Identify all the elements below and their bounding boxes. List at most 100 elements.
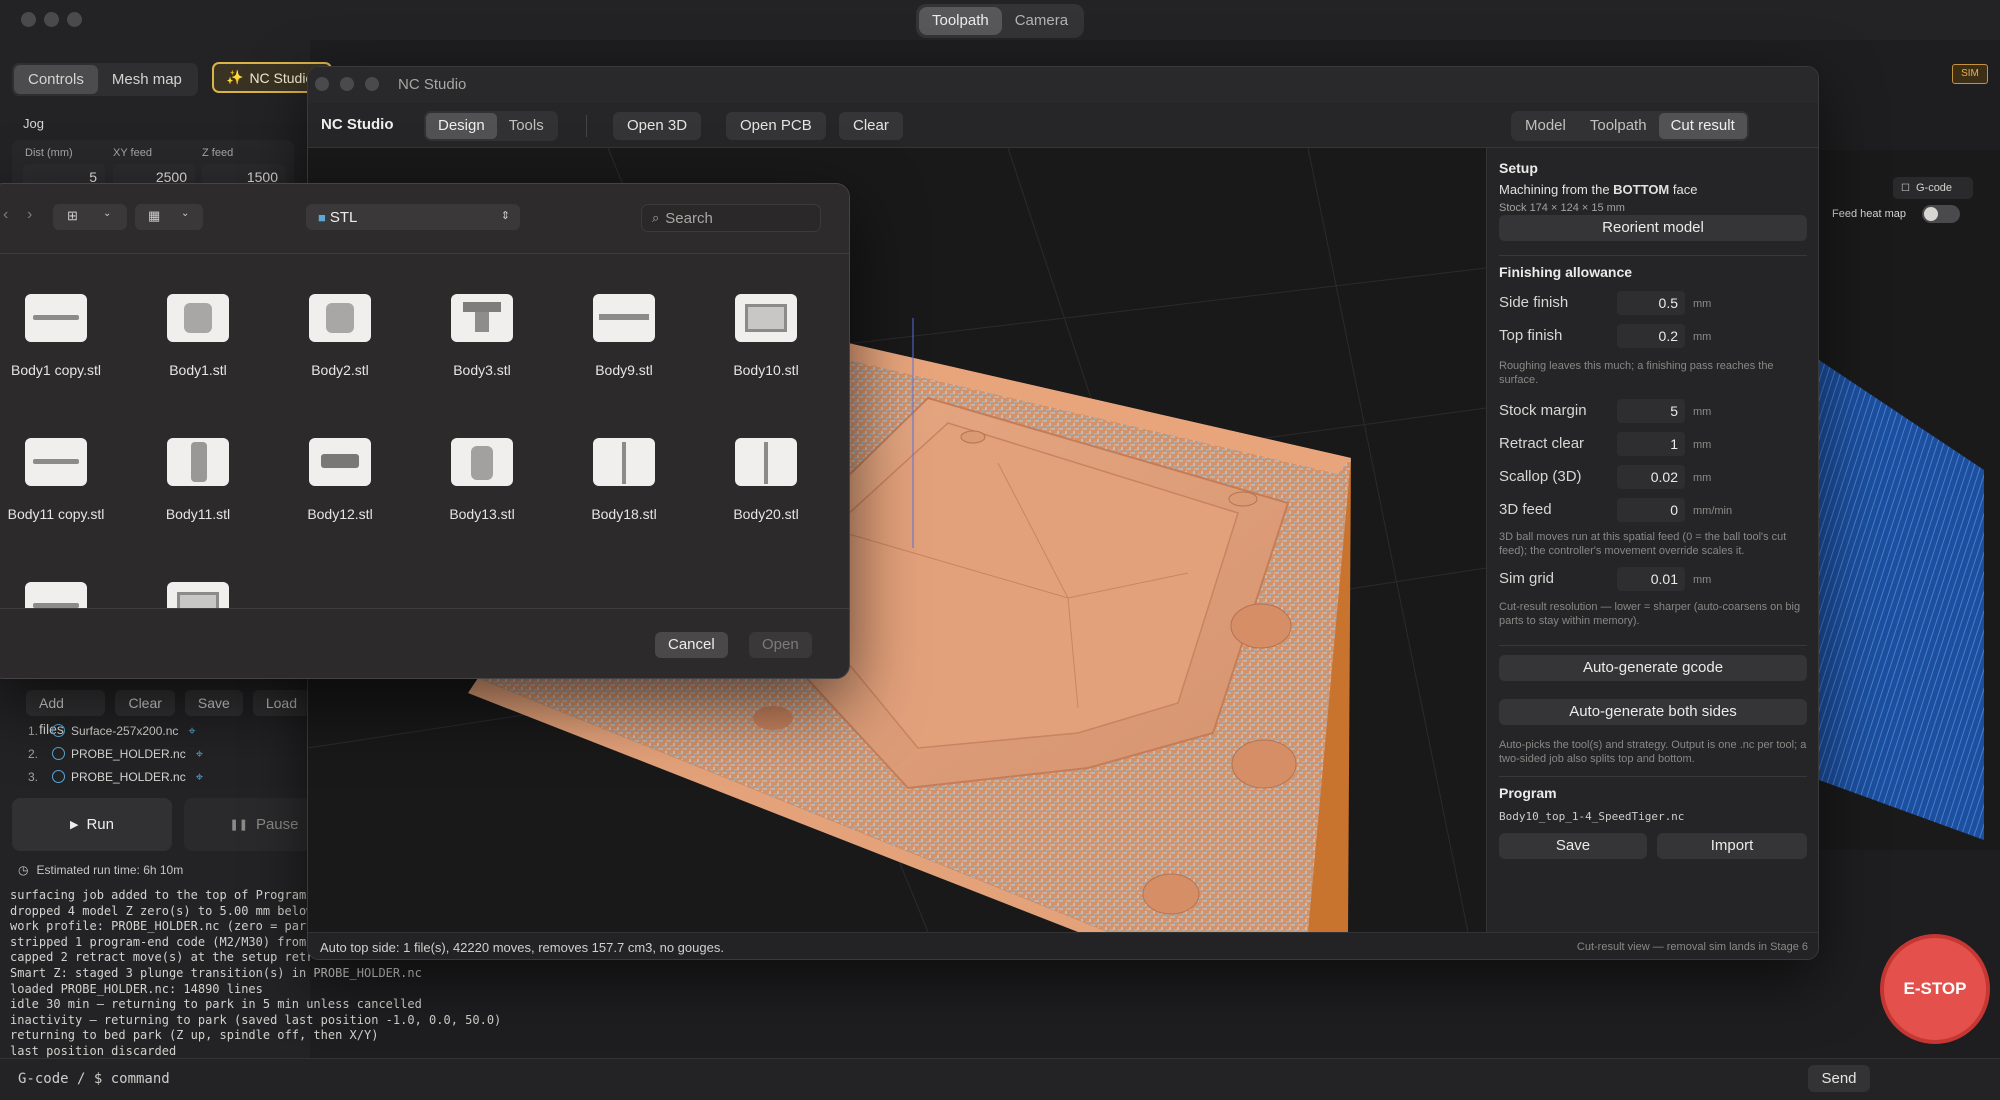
- file-item[interactable]: Body10.stl: [696, 294, 836, 378]
- retract-clear-input[interactable]: 1: [1617, 432, 1685, 456]
- status-circle-icon: [52, 724, 65, 737]
- tab-mesh-map[interactable]: Mesh map: [98, 65, 196, 94]
- main-viewport-right: [1819, 150, 2000, 850]
- group-mode-button[interactable]: ▦ ⌄: [135, 204, 203, 230]
- machining-face-text: Machining from the BOTTOM face: [1499, 182, 1697, 197]
- nc-minimize-button[interactable]: [340, 77, 354, 91]
- program-save-button[interactable]: Save: [1499, 833, 1647, 859]
- clear-button[interactable]: Clear: [839, 112, 903, 140]
- command-input[interactable]: G-code / $ command: [18, 1066, 1798, 1092]
- auto-generate-both-sides-button[interactable]: Auto-generate both sides: [1499, 699, 1807, 725]
- file-item[interactable]: Body3.stl: [412, 294, 552, 378]
- save-program-button[interactable]: Save: [184, 690, 243, 716]
- setup-title: Setup: [1499, 160, 1538, 176]
- file-item[interactable]: Body11.stl: [128, 438, 268, 522]
- file-item[interactable]: Body1 copy.stl: [0, 294, 126, 378]
- feed-3d-input[interactable]: 0: [1617, 498, 1685, 522]
- view-mode-button[interactable]: ⊞ ⌄: [53, 204, 127, 230]
- folder-selector[interactable]: ■ STL ⇕: [306, 204, 520, 230]
- file-item-partial[interactable]: [128, 582, 268, 608]
- nc-view-tabs: Model Toolpath Cut result: [1511, 111, 1749, 141]
- run-button[interactable]: ▶ Run: [12, 798, 172, 851]
- cancel-button[interactable]: Cancel: [655, 632, 728, 658]
- left-panel-tabs: Controls Mesh map: [12, 63, 198, 96]
- file-item[interactable]: Body18.stl: [554, 438, 694, 522]
- top-finish-input[interactable]: 0.2: [1617, 324, 1685, 348]
- gcode-toggle[interactable]: ☐ G-code: [1893, 177, 1973, 199]
- toolbar-divider: [586, 115, 587, 137]
- xy-feed-label: XY feed: [113, 147, 152, 159]
- tab-camera[interactable]: Camera: [1002, 7, 1081, 35]
- open-button[interactable]: Open: [749, 632, 812, 658]
- program-file-row[interactable]: 1. Surface-257x200.nc ⌖: [0, 719, 203, 742]
- file-name: Body3.stl: [453, 362, 511, 378]
- side-finish-input[interactable]: 0.5: [1617, 291, 1685, 315]
- stock-margin-input[interactable]: 5: [1617, 399, 1685, 423]
- close-window-button[interactable]: [21, 12, 36, 27]
- minimize-window-button[interactable]: [44, 12, 59, 27]
- tab-toolpath[interactable]: Toolpath: [919, 7, 1002, 35]
- status-circle-icon: [52, 747, 65, 760]
- file-name: Body9.stl: [595, 362, 653, 378]
- tab-model[interactable]: Model: [1513, 113, 1578, 139]
- cylinder-thumb: [167, 294, 229, 342]
- scallop-input[interactable]: 0.02: [1617, 465, 1685, 489]
- unit-mm: mm: [1693, 472, 1712, 484]
- target-icon[interactable]: ⌖: [196, 746, 203, 762]
- file-item[interactable]: Body20.stl: [696, 438, 836, 522]
- reorient-model-button[interactable]: Reorient model: [1499, 215, 1807, 241]
- updown-chevron-icon: ⇕: [500, 210, 510, 222]
- file-item[interactable]: Body11 copy.stl: [0, 438, 126, 522]
- program-file-row[interactable]: 3. PROBE_HOLDER.nc ⌖: [0, 765, 203, 788]
- nc-app-name: NC Studio: [321, 116, 394, 133]
- divider: [1499, 255, 1807, 256]
- file-item[interactable]: Body9.stl: [554, 294, 694, 378]
- sim-grid-input[interactable]: 0.01: [1617, 567, 1685, 591]
- file-item-partial[interactable]: [0, 582, 126, 608]
- program-import-button[interactable]: Import: [1657, 833, 1807, 859]
- add-files-button[interactable]: Add files: [26, 690, 106, 737]
- tray-thumb: [735, 294, 797, 342]
- tab-controls[interactable]: Controls: [14, 65, 98, 94]
- back-chevron-icon[interactable]: ‹: [3, 206, 8, 224]
- main-titlebar: Toolpath Camera: [0, 0, 2000, 40]
- auto-generate-gcode-button[interactable]: Auto-generate gcode: [1499, 655, 1807, 681]
- tab-tools[interactable]: Tools: [497, 113, 556, 139]
- file-name: Body13.stl: [449, 506, 515, 522]
- file-item[interactable]: Body1.stl: [128, 294, 268, 378]
- panel-thumb: [735, 438, 797, 486]
- file-item[interactable]: Body12.stl: [270, 438, 410, 522]
- file-item[interactable]: Body2.stl: [270, 294, 410, 378]
- sim-grid-label: Sim grid: [1499, 570, 1555, 587]
- clear-program-button[interactable]: Clear: [115, 690, 175, 716]
- file-item[interactable]: Body13.stl: [412, 438, 552, 522]
- target-icon[interactable]: ⌖: [188, 723, 195, 739]
- clock-icon: ◷: [18, 863, 29, 877]
- send-button[interactable]: Send: [1808, 1065, 1870, 1092]
- tab-nc-toolpath[interactable]: Toolpath: [1578, 113, 1659, 139]
- file-grid: Body1 copy.stl Body1.stl Body2.stl Body3.st…: [0, 254, 849, 608]
- tab-design[interactable]: Design: [426, 113, 497, 139]
- open-pcb-button[interactable]: Open PCB: [726, 112, 826, 140]
- file-name: Body2.stl: [311, 362, 369, 378]
- file-name: Body11 copy.stl: [7, 506, 105, 522]
- file-name: Body20.stl: [733, 506, 799, 522]
- estop-button[interactable]: E-STOP: [1880, 934, 1990, 1044]
- file-number: 3.: [28, 769, 39, 784]
- nc-zoom-button[interactable]: [365, 77, 379, 91]
- gcode-toggle-label: G-code: [1915, 182, 1953, 194]
- machining-face: BOTTOM: [1613, 182, 1670, 197]
- unit-mm: mm: [1693, 331, 1712, 343]
- tab-cut-result[interactable]: Cut result: [1658, 113, 1747, 139]
- feed-heat-map-toggle[interactable]: [1922, 205, 1960, 223]
- forward-chevron-icon[interactable]: ›: [27, 206, 32, 224]
- nc-close-button[interactable]: [315, 77, 329, 91]
- search-field[interactable]: ⌕ Search: [641, 204, 821, 232]
- open-3d-button[interactable]: Open 3D: [613, 112, 702, 140]
- zoom-window-button[interactable]: [67, 12, 82, 27]
- target-icon[interactable]: ⌖: [196, 769, 203, 785]
- machining-suffix: face: [1669, 182, 1698, 197]
- program-file-name: Body10_top_1-4_SpeedTiger.nc: [1499, 810, 1685, 823]
- load-program-button[interactable]: Load: [252, 690, 310, 716]
- program-file-row[interactable]: 2. PROBE_HOLDER.nc ⌖: [0, 742, 203, 765]
